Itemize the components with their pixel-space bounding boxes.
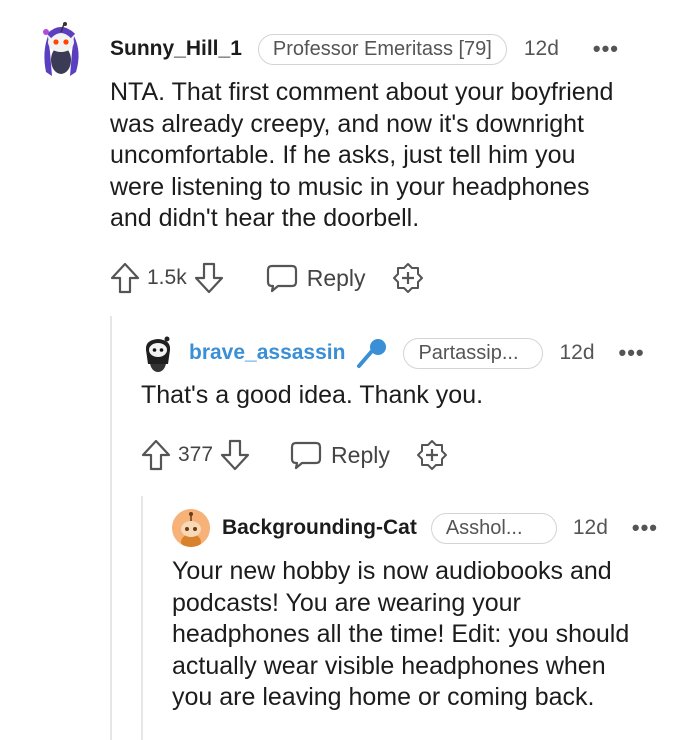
comment-line: That's a good idea. Thank you. — [141, 381, 484, 409]
more-options-button[interactable]: ••• — [619, 340, 645, 366]
vote-score: 1.5k — [147, 266, 187, 289]
comment-line: Your new hobby is now audiobooks and — [172, 557, 612, 585]
reply-bubble-icon — [266, 263, 298, 293]
comment-line: actually wear visible headphones when — [172, 651, 606, 680]
downvote-icon[interactable] — [220, 439, 250, 471]
reply-button[interactable]: Reply — [266, 263, 366, 293]
upvote-icon[interactable] — [110, 262, 140, 294]
comment-header: Backgrounding-Cat Asshol... 12d ••• — [172, 509, 658, 547]
upvote-icon[interactable] — [141, 439, 171, 471]
award-icon[interactable] — [416, 439, 448, 471]
reply-label: Reply — [306, 264, 366, 291]
comment-actions: 1.5k Reply — [110, 262, 424, 294]
comment-body: NTA. That first comment about your boyfr… — [110, 77, 690, 235]
username[interactable]: Sunny_Hill_1 — [110, 37, 242, 61]
comment-line: was already creepy, and now it's downrig… — [110, 109, 584, 138]
comment-line: were listening to music in your headphon… — [110, 172, 590, 201]
comment-line: podcasts! You are wearing your — [172, 588, 521, 617]
comment-line: NTA. That first comment about your boyfr… — [110, 78, 614, 106]
downvote-icon[interactable] — [194, 262, 224, 294]
comment-body: Your new hobby is now audiobooks and pod… — [172, 556, 692, 714]
user-flair: Asshol... — [430, 512, 557, 544]
comment-line: uncomfortable. If he asks, just tell him… — [110, 141, 576, 169]
username[interactable]: brave_assassin — [189, 341, 345, 365]
comment-line: and didn't hear the doorbell. — [110, 204, 420, 232]
snoo-avatar-icon — [43, 22, 79, 76]
thread-line-level-1[interactable] — [110, 316, 112, 740]
username[interactable]: Backgrounding-Cat — [222, 516, 417, 540]
comment-line: you are leaving home or coming back. — [172, 683, 595, 711]
timestamp: 12d — [559, 341, 595, 364]
avatar[interactable] — [172, 509, 210, 547]
comment-line: headphones all the time! Edit: you shoul… — [172, 620, 630, 648]
comment-header: brave_assassin Partassip... 12d ••• — [141, 334, 645, 372]
reply-button[interactable]: Reply — [290, 440, 390, 470]
comment-header: Sunny_Hill_1 Professor Emeritass [79] 12… — [38, 22, 619, 76]
user-flair: Professor Emeritass [79] — [257, 33, 507, 65]
comment-body: That's a good idea. Thank you. — [141, 380, 681, 412]
thread-line-level-2[interactable] — [141, 496, 143, 740]
reply-label: Reply — [331, 441, 390, 468]
avatar[interactable] — [38, 22, 84, 76]
award-icon[interactable] — [392, 262, 424, 294]
user-flair: Partassip... — [403, 337, 544, 369]
more-options-button[interactable]: ••• — [593, 36, 619, 62]
timestamp: 12d — [572, 516, 608, 539]
more-options-button[interactable]: ••• — [632, 515, 658, 541]
comment-actions: 377 Reply — [141, 439, 448, 471]
snoo-avatar-icon — [172, 509, 210, 547]
microphone-icon — [355, 336, 389, 370]
reply-bubble-icon — [290, 440, 322, 470]
vote-score: 377 — [178, 443, 214, 466]
avatar[interactable] — [141, 334, 175, 372]
timestamp: 12d — [523, 37, 559, 60]
snoo-avatar-icon — [145, 336, 171, 372]
